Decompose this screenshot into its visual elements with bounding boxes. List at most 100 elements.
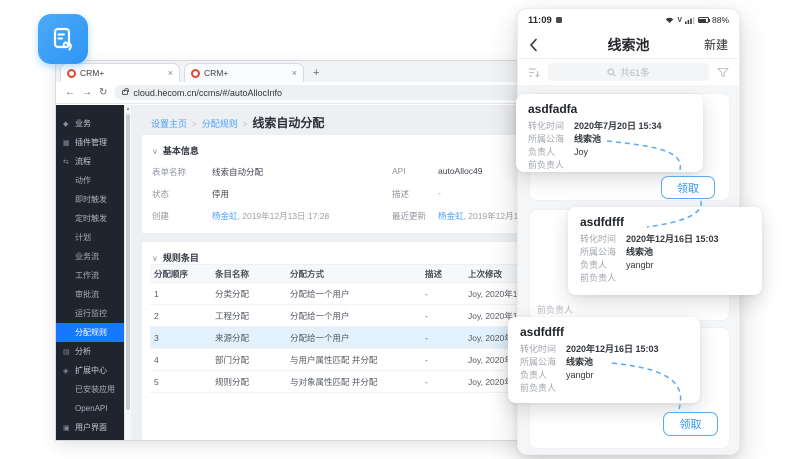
battery-icon	[698, 17, 709, 23]
creator-link[interactable]: 杨金虹	[212, 211, 238, 221]
extension-icon: ◈	[63, 362, 72, 380]
phone-status-bar: 11:09 V 88%	[518, 9, 739, 31]
label-prev-owner: 前负责人	[580, 272, 626, 285]
sidebar-label: 工作流	[75, 271, 99, 280]
browser-tab-active[interactable]: CRM+ ×	[60, 63, 180, 82]
sidebar-item-installed-apps[interactable]: 已安装应用	[56, 380, 124, 399]
tab-close-icon[interactable]: ×	[168, 69, 173, 78]
table-row-highlighted[interactable]: 3 来源分配 分配给一个用户 - Joy, 2020年12月	[150, 327, 554, 349]
lead-card[interactable]: asdfdfff 转化时间2020年12月16日 15:03 所属公海线索池 负…	[508, 317, 700, 403]
sidebar-item-openapi[interactable]: OpenAPI	[56, 399, 124, 418]
sidebar-item-approval-flow[interactable]: 审批流	[56, 285, 124, 304]
cell-entry-name-link[interactable]: 部门分配	[215, 349, 249, 371]
value-convert-time: 2020年12月16日 15:03	[626, 233, 719, 246]
sidebar-item-timed-trigger[interactable]: 定时触发	[56, 209, 124, 228]
cell-description: -	[425, 283, 428, 305]
cell-entry-name-link[interactable]: 来源分配	[215, 327, 249, 349]
rule-entries-title: ∨ 规则条目	[152, 251, 199, 264]
sidebar-item-user-interface[interactable]: ▣用户界面	[56, 418, 124, 437]
reload-icon[interactable]: ↻	[99, 88, 107, 98]
search-input[interactable]: 共61条	[548, 63, 709, 81]
label-pool: 所属公海	[580, 246, 626, 259]
url-text: cloud.hecom.cn/ccms/#/autoAllocInfo	[133, 88, 282, 98]
breadcrumb-settings-home[interactable]: 设置主页	[151, 117, 187, 130]
collapse-chevron-icon[interactable]: ∨	[152, 147, 158, 156]
new-tab-icon[interactable]: +	[313, 67, 319, 79]
sidebar-item-process[interactable]: ⇆流程	[56, 152, 124, 171]
field-label-status: 状态	[152, 188, 169, 200]
claim-button[interactable]: 领取	[663, 412, 718, 436]
battery-percent: 88%	[712, 15, 729, 25]
sidebar-label: 插件管理	[75, 138, 107, 147]
forward-icon[interactable]: →	[82, 88, 92, 98]
field-label-form-name: 表单名称	[152, 166, 186, 178]
sort-icon[interactable]	[528, 67, 540, 78]
cell-order: 2	[154, 305, 159, 327]
sidebar-item-workflow[interactable]: 工作流	[56, 266, 124, 285]
cell-entry-name-link[interactable]: 工程分配	[215, 305, 249, 327]
lead-card[interactable]: asdfadfa 转化时间2020年7月20日 15:34 所属公海线索池 负责…	[516, 94, 703, 172]
field-value-created: 杨金虹, 2019年12月13日 17:28	[212, 210, 329, 222]
table-row[interactable]: 1 分类分配 分配给一个用户 - Joy, 2020年12月24日 11:	[150, 283, 554, 305]
create-new-button[interactable]: 新建	[704, 36, 728, 53]
sidebar-item-actions[interactable]: 动作	[56, 171, 124, 190]
sidebar: ◆业务 ▦插件管理 ⇆流程 动作 即时触发 定时触发 计划 业务流 工作流 审批…	[56, 105, 124, 440]
search-placeholder: 共61条	[620, 65, 650, 79]
sidebar-item-analysis[interactable]: ▤分析	[56, 342, 124, 361]
value-owner: yangbr	[566, 369, 594, 382]
browser-tab-inactive[interactable]: CRM+ ×	[184, 63, 304, 82]
lead-card[interactable]: asdfdfff 转化时间2020年12月16日 15:03 所属公海线索池 负…	[568, 207, 762, 295]
back-icon[interactable]: ←	[65, 88, 75, 98]
breadcrumb-sep-icon: >	[243, 120, 248, 129]
volte-icon: V	[677, 17, 682, 24]
field-value-description: -	[438, 188, 441, 198]
sidebar-item-run-monitor[interactable]: 运行监控	[56, 304, 124, 323]
sidebar-label: 业务流	[75, 252, 99, 261]
document-touch-icon	[49, 25, 77, 53]
phone-back-icon[interactable]	[529, 38, 538, 52]
breadcrumb: 设置主页 > 分配规则 > 线索自动分配	[151, 114, 324, 131]
value-pool: 线索池	[626, 246, 653, 259]
sidebar-item-business-flow[interactable]: 业务流	[56, 247, 124, 266]
table-header-row: 分配顺序 条目名称 分配方式 描述 上次修改	[150, 264, 554, 283]
sidebar-item-plan[interactable]: 计划	[56, 228, 124, 247]
sidebar-item-plugin-management[interactable]: ▦插件管理	[56, 133, 124, 152]
sidebar-item-extension-center[interactable]: ◈扩展中心	[56, 361, 124, 380]
breadcrumb-allocation-rules[interactable]: 分配规则	[202, 117, 238, 130]
sidebar-item-business[interactable]: ◆业务	[56, 114, 124, 133]
sidebar-item-instant-trigger[interactable]: 即时触发	[56, 190, 124, 209]
field-label-created: 创建	[152, 210, 169, 222]
collapse-chevron-icon[interactable]: ∨	[152, 254, 158, 263]
updater-link[interactable]: 杨金虹	[438, 211, 464, 221]
tab-close-icon[interactable]: ×	[292, 69, 297, 78]
cell-description: -	[425, 327, 428, 349]
table-row[interactable]: 2 工程分配 分配给一个用户 - Joy, 2020年12月	[150, 305, 554, 327]
cell-entry-name-link[interactable]: 分类分配	[215, 283, 249, 305]
claim-button[interactable]: 领取	[661, 176, 715, 199]
sidebar-label: 动作	[75, 176, 91, 185]
table-row[interactable]: 5 规则分配 与对象属性匹配 并分配 - Joy, 2020年12月	[150, 371, 554, 393]
page-title: 线索自动分配	[252, 114, 324, 131]
label-prev-owner: 前负责人	[520, 382, 566, 395]
scrollbar-thumb[interactable]	[126, 114, 130, 410]
lead-title: asdfdfff	[580, 215, 750, 229]
status-time: 11:09	[528, 15, 552, 26]
table-row[interactable]: 4 部门分配 与用户属性匹配 并分配 - Joy, 2020年12月	[150, 349, 554, 371]
cell-order: 1	[154, 283, 159, 305]
browser-urlbar: ← → ↻ cloud.hecom.cn/ccms/#/autoAllocInf…	[56, 82, 554, 104]
sidebar-label: 用户界面	[75, 423, 107, 432]
sidebar-scrollbar[interactable]: ▲	[124, 105, 131, 440]
address-bar[interactable]: cloud.hecom.cn/ccms/#/autoAllocInfo	[114, 85, 545, 100]
browser-window: CRM+ × CRM+ × + ← → ↻ cloud.hecom.cn/ccm…	[55, 60, 555, 441]
sidebar-item-allocation-rules[interactable]: 分配规则	[56, 323, 124, 342]
label-pool: 所属公海	[528, 133, 574, 146]
value-owner: Joy	[574, 146, 588, 159]
cell-entry-name-link[interactable]: 规则分配	[215, 371, 249, 393]
filter-icon[interactable]	[717, 67, 729, 78]
wifi-icon	[665, 16, 674, 24]
crm-web-app: ◆业务 ▦插件管理 ⇆流程 动作 即时触发 定时触发 计划 业务流 工作流 审批…	[56, 105, 554, 440]
screenshot-icon	[556, 17, 562, 23]
section-title-text: 规则条目	[163, 253, 199, 263]
phone-nav-bar: 线索池 新建	[518, 31, 739, 59]
sidebar-label: 流程	[75, 157, 91, 166]
